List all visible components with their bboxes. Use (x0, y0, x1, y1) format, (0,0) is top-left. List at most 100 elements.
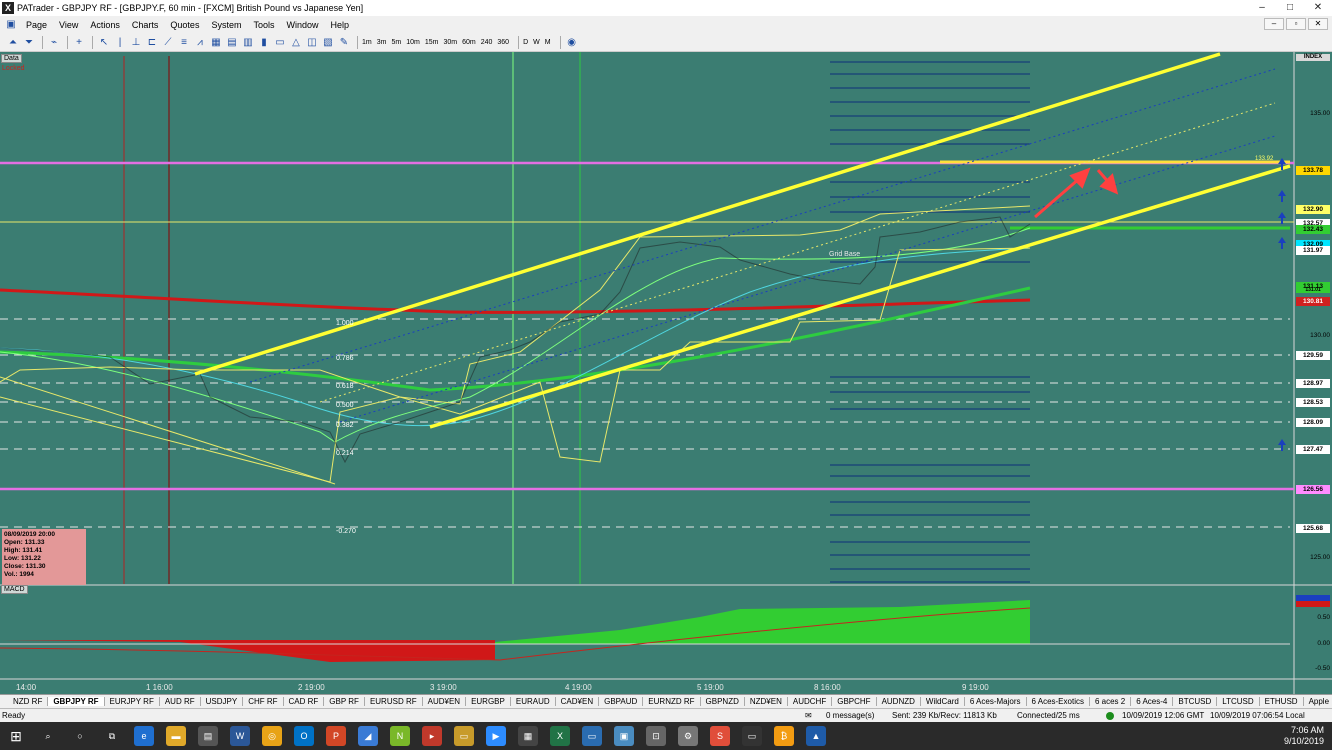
menu-page[interactable]: Page (20, 20, 53, 30)
app-icon-red[interactable]: ▸ (422, 726, 442, 746)
cycle-icon[interactable]: ◫ (305, 36, 319, 49)
tf-10m[interactable]: 10m (406, 39, 420, 46)
app-icon-green[interactable]: N (390, 726, 410, 746)
chart-tab[interactable]: CAD RF (284, 697, 325, 706)
vertical-line-icon[interactable]: | (113, 36, 127, 49)
tf-15m[interactable]: 15m (425, 39, 439, 46)
tf-5m[interactable]: 5m (391, 39, 401, 46)
app-icon-tools[interactable]: ⚙ (678, 726, 698, 746)
tf-weekly[interactable]: W (533, 39, 540, 46)
trendline-icon[interactable]: ⟋ (161, 36, 175, 49)
chart-tab[interactable]: GBPCHF (832, 697, 877, 706)
patrader-icon[interactable]: ▤ (198, 726, 218, 746)
text-icon[interactable]: ▧ (321, 36, 335, 49)
chart-tab[interactable]: 6 Aces-4 (1131, 697, 1174, 706)
outlook-icon[interactable]: O (294, 726, 314, 746)
chart-area[interactable]: Data Locked INDEX 1.000 0.786 0.618 0.50… (0, 52, 1332, 694)
menu-charts[interactable]: Charts (126, 20, 165, 30)
buy-icon[interactable]: ⏶ (6, 36, 20, 49)
chart-tab[interactable]: AUDCHF (788, 697, 833, 706)
chart-tab[interactable]: EURNZD RF (643, 697, 701, 706)
app-icon-orange[interactable]: ₿ (774, 726, 794, 746)
chart-tab[interactable]: EURAUD (511, 697, 556, 706)
maximize-button[interactable]: □ (1276, 0, 1304, 16)
price-chart[interactable] (0, 52, 1332, 694)
tf-1m[interactable]: 1m (362, 39, 372, 46)
menu-quotes[interactable]: Quotes (164, 20, 205, 30)
tf-60m[interactable]: 60m (462, 39, 476, 46)
photos-icon[interactable]: ▲ (806, 726, 826, 746)
close-button[interactable]: ✕ (1304, 0, 1332, 16)
tf-30m[interactable]: 30m (443, 39, 457, 46)
chart-tab[interactable]: AUD¥EN (423, 697, 467, 706)
chart-tab[interactable]: 6 aces 2 (1090, 697, 1132, 706)
explorer-icon[interactable]: ▬ (166, 726, 186, 746)
calculator-icon[interactable]: ▦ (518, 726, 538, 746)
chart-tab[interactable]: 6 Aces-Exotics (1027, 697, 1090, 706)
word-icon[interactable]: W (230, 726, 250, 746)
app-icon-grey[interactable]: ⊡ (646, 726, 666, 746)
sell-icon[interactable]: ⏷ (22, 36, 36, 49)
chart-tab[interactable]: CHF RF (243, 697, 284, 706)
box-icon[interactable]: ▤ (225, 36, 239, 49)
chart-tab[interactable]: Apple (1304, 697, 1332, 706)
app-icon-yellow[interactable]: ▭ (454, 726, 474, 746)
pointer-icon[interactable]: ↖ (97, 36, 111, 49)
tf-240[interactable]: 240 (481, 39, 493, 46)
chart-tab[interactable]: NZD RF (8, 697, 49, 706)
chart-tab[interactable]: GBPJPY RF (48, 697, 105, 706)
chart-tab[interactable]: WildCard (921, 697, 965, 706)
chart-tab[interactable]: NZD¥EN (745, 697, 788, 706)
menu-view[interactable]: View (53, 20, 84, 30)
chart-tab[interactable]: ETHUSD (1260, 697, 1304, 706)
app-icon-window[interactable]: ▣ (614, 726, 634, 746)
bars-icon[interactable]: ▮ (257, 36, 271, 49)
chart-tab[interactable]: GBP RF (324, 697, 365, 706)
chart-tab[interactable]: USDJPY (201, 697, 244, 706)
mdi-restore-button[interactable]: ▫ (1286, 18, 1306, 30)
horizontal-line-icon[interactable]: ⊥ (129, 36, 143, 49)
chart-tab[interactable]: 6 Aces-Majors (965, 697, 1027, 706)
chart-tab[interactable]: AUDNZD (877, 697, 921, 706)
menu-tools[interactable]: Tools (247, 20, 280, 30)
chart-icon[interactable]: ⌁ (47, 36, 61, 49)
app-icon-monitor[interactable]: ▭ (582, 726, 602, 746)
minimize-button[interactable]: – (1248, 0, 1276, 16)
excel-icon[interactable]: X (550, 726, 570, 746)
channel-icon[interactable]: ⊏ (145, 36, 159, 49)
chart-tab[interactable]: CAD¥EN (556, 697, 600, 706)
chart-tab[interactable]: EURJPY RF (105, 697, 160, 706)
draw-icon[interactable]: ✎ (337, 36, 351, 49)
tf-360[interactable]: 360 (497, 39, 509, 46)
menu-window[interactable]: Window (280, 20, 324, 30)
tf-monthly[interactable]: M (545, 39, 551, 46)
search-icon[interactable]: ⌕ (38, 726, 58, 746)
chart-tab[interactable]: EURGBP (466, 697, 511, 706)
app-icon-blue[interactable]: ◢ (358, 726, 378, 746)
triangle-icon[interactable]: △ (289, 36, 303, 49)
levels-icon[interactable]: ▥ (241, 36, 255, 49)
mdi-minimize-button[interactable]: – (1264, 18, 1284, 30)
mail-icon[interactable]: ✉ (805, 711, 812, 720)
powerpoint-icon[interactable]: P (326, 726, 346, 746)
tf-daily[interactable]: D (523, 39, 528, 46)
task-view-icon[interactable]: ⧉ (102, 726, 122, 746)
menu-help[interactable]: Help (325, 20, 356, 30)
grid-icon[interactable]: ▦ (209, 36, 223, 49)
chart-tab[interactable]: AUD RF (160, 697, 201, 706)
app-icon-s[interactable]: S (710, 726, 730, 746)
crosshair-icon[interactable]: + (72, 36, 86, 49)
chart-tab[interactable]: BTCUSD (1173, 697, 1218, 706)
menu-system[interactable]: System (205, 20, 247, 30)
record-icon[interactable]: ◉ (565, 36, 579, 49)
start-icon[interactable]: ⊞ (6, 726, 26, 746)
fan-icon[interactable]: ⩘ (193, 36, 207, 49)
chart-tab[interactable]: EURUSD RF (365, 697, 423, 706)
edge-icon[interactable]: e (134, 726, 154, 746)
rectangle-icon[interactable]: ▭ (273, 36, 287, 49)
menu-actions[interactable]: Actions (84, 20, 126, 30)
cortana-icon[interactable]: ○ (70, 726, 90, 746)
chrome-icon[interactable]: ◎ (262, 726, 282, 746)
app-icon-dark[interactable]: ▭ (742, 726, 762, 746)
fib-icon[interactable]: ≡ (177, 36, 191, 49)
